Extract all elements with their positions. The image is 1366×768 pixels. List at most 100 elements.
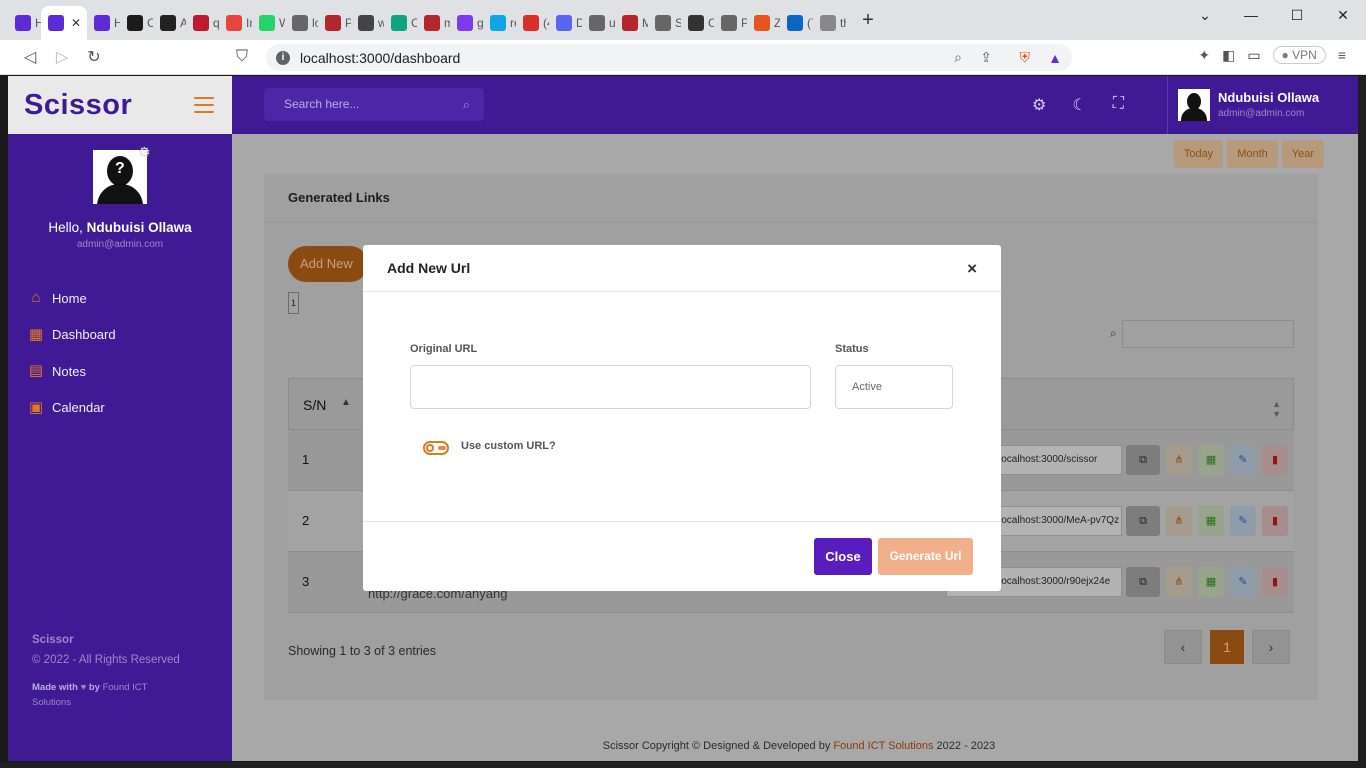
copy-icon[interactable]: ⧉ (1126, 445, 1160, 475)
tab-favicon-icon (358, 15, 374, 31)
delete-icon[interactable]: ▮ (1262, 506, 1288, 536)
user-menu[interactable]: Ndubuisi Ollawa admin@admin.com (1167, 76, 1366, 134)
wallet-icon[interactable]: ▭ (1247, 47, 1260, 64)
close-button[interactable]: Close (814, 538, 872, 575)
forward-button[interactable]: ▷ (46, 47, 78, 67)
share-icon[interactable]: ⋔ (1166, 445, 1192, 475)
minimize-button[interactable]: — (1228, 0, 1274, 32)
edit-icon[interactable]: ✎ (1230, 567, 1256, 597)
sidebar-item-home[interactable]: ⌂ Home (8, 280, 232, 317)
browser-tab[interactable]: th (813, 6, 846, 40)
browser-tab[interactable]: Cr (681, 6, 714, 40)
hamburger-menu-icon[interactable] (194, 97, 214, 113)
zoom-icon[interactable]: ⌕ (954, 49, 962, 66)
new-tab-button[interactable]: + (856, 9, 880, 32)
qr-code-icon[interactable]: ▦ (1198, 445, 1224, 475)
browser-tab[interactable]: Cl (384, 6, 417, 40)
settings-icon[interactable]: ⚙ (1032, 95, 1046, 115)
sort-icon[interactable]: ▲ ▼ (1272, 399, 1281, 419)
sidebar-icon[interactable]: ◧ (1222, 47, 1235, 64)
share-icon[interactable]: ⋔ (1166, 506, 1192, 536)
extensions-icon[interactable]: ✦ (1198, 47, 1210, 64)
dark-mode-icon[interactable]: ☾ (1072, 95, 1086, 115)
browser-tab[interactable]: Se (648, 6, 681, 40)
browser-tab[interactable]: Ho (8, 6, 41, 40)
browser-tab[interactable]: m (417, 6, 450, 40)
browser-tab[interactable]: qr (186, 6, 219, 40)
status-select[interactable]: Active (835, 365, 953, 409)
browser-tab[interactable]: Ze (747, 6, 780, 40)
range-button-year[interactable]: Year (1281, 140, 1324, 168)
close-window-button[interactable]: ✕ (1320, 0, 1366, 32)
vpn-button[interactable]: ● VPN (1272, 46, 1326, 64)
column-header-sn[interactable]: S/N (303, 397, 326, 413)
generate-url-button[interactable]: Generate Url (878, 538, 973, 575)
brand-logo[interactable]: Scissor (24, 89, 132, 122)
range-button-month[interactable]: Month (1227, 140, 1278, 168)
browser-tab[interactable]: Di (549, 6, 582, 40)
browser-tab[interactable]: (7 (780, 6, 813, 40)
brave-shield-icon[interactable]: ⛨ (1020, 49, 1031, 66)
browser-tab-active[interactable]: ✕ (41, 6, 87, 40)
tab-close-icon[interactable]: ✕ (71, 16, 81, 30)
sidebar-footer-made-with: Made with ♥ by Found ICT Solutions (32, 680, 172, 710)
page-button-current[interactable]: 1 (1210, 630, 1244, 664)
browser-tab[interactable]: (4 (516, 6, 549, 40)
sort-asc-icon[interactable]: ▲ (341, 397, 351, 408)
reload-button[interactable]: ↻ (78, 47, 110, 67)
browser-tab[interactable]: w (351, 6, 384, 40)
browser-tab[interactable]: lo (285, 6, 318, 40)
copy-icon[interactable]: ⧉ (1126, 567, 1160, 597)
copy-icon[interactable]: ⧉ (1126, 506, 1160, 536)
menu-icon[interactable]: ≡ (1338, 47, 1346, 63)
tab-search-icon[interactable]: ⌄ (1182, 0, 1228, 32)
sidebar-item-notes[interactable]: ▤ Notes (8, 353, 232, 390)
back-button[interactable]: ◁ (14, 47, 46, 67)
browser-tab[interactable]: Ho (87, 6, 120, 40)
browser-tab[interactable]: In (219, 6, 252, 40)
page-length-indicator[interactable]: 1 (288, 292, 299, 314)
original-url-input[interactable] (410, 365, 811, 409)
settings-gear-icon[interactable]: ⚙ (138, 144, 151, 161)
delete-icon[interactable]: ▮ (1262, 567, 1288, 597)
qr-code-icon[interactable]: ▦ (1198, 567, 1224, 597)
bookmark-icon[interactable]: ⛉ (226, 48, 258, 66)
search-placeholder: Search here... (284, 97, 360, 111)
custom-url-label: Use custom URL? (461, 440, 556, 452)
range-button-today[interactable]: Today (1173, 140, 1224, 168)
maximize-button[interactable]: ☐ (1274, 0, 1320, 32)
share-icon[interactable]: ⇪ (980, 49, 992, 66)
fullscreen-icon[interactable]: ⛶ (1113, 95, 1124, 115)
next-page-button[interactable]: › (1252, 630, 1290, 664)
sidebar-item-calendar[interactable]: ▣ Calendar (8, 390, 232, 427)
footer-company-link[interactable]: Found ICT Solutions (833, 740, 933, 752)
edit-icon[interactable]: ✎ (1230, 506, 1256, 536)
search-input[interactable]: Search here... ⌕ (264, 88, 484, 121)
tab-favicon-icon (721, 15, 737, 31)
qr-code-icon[interactable]: ▦ (1198, 506, 1224, 536)
search-icon[interactable]: ⌕ (463, 88, 470, 121)
site-info-icon[interactable]: i (276, 50, 290, 65)
browser-tab[interactable]: M (615, 6, 648, 40)
browser-tab[interactable]: Al (153, 6, 186, 40)
browser-tab[interactable]: Pr (318, 6, 351, 40)
delete-icon[interactable]: ▮ (1262, 445, 1288, 475)
browser-tab[interactable]: ge (450, 6, 483, 40)
share-icon[interactable]: ⋔ (1166, 567, 1192, 597)
table-search-input[interactable] (1122, 320, 1294, 348)
modal-close-icon[interactable]: × (967, 259, 977, 279)
sidebar-item-dashboard[interactable]: ▦ Dashboard (8, 317, 232, 354)
browser-tab[interactable]: W (252, 6, 285, 40)
tab-favicon-icon (589, 15, 605, 31)
browser-tab[interactable]: ut (582, 6, 615, 40)
address-bar[interactable]: i localhost:3000/dashboard ⌕ ⇪ ⛨ ▲ (266, 44, 1072, 71)
browser-tab[interactable]: re (483, 6, 516, 40)
browser-tab[interactable]: Cl (120, 6, 153, 40)
custom-url-toggle[interactable] (423, 441, 449, 455)
browser-tab[interactable]: Pr (714, 6, 747, 40)
edit-icon[interactable]: ✎ (1230, 445, 1256, 475)
add-new-button[interactable]: Add New (288, 246, 368, 282)
card-title: Generated Links (288, 190, 390, 205)
brave-rewards-icon[interactable]: ▲ (1048, 50, 1062, 66)
prev-page-button[interactable]: ‹ (1164, 630, 1202, 664)
